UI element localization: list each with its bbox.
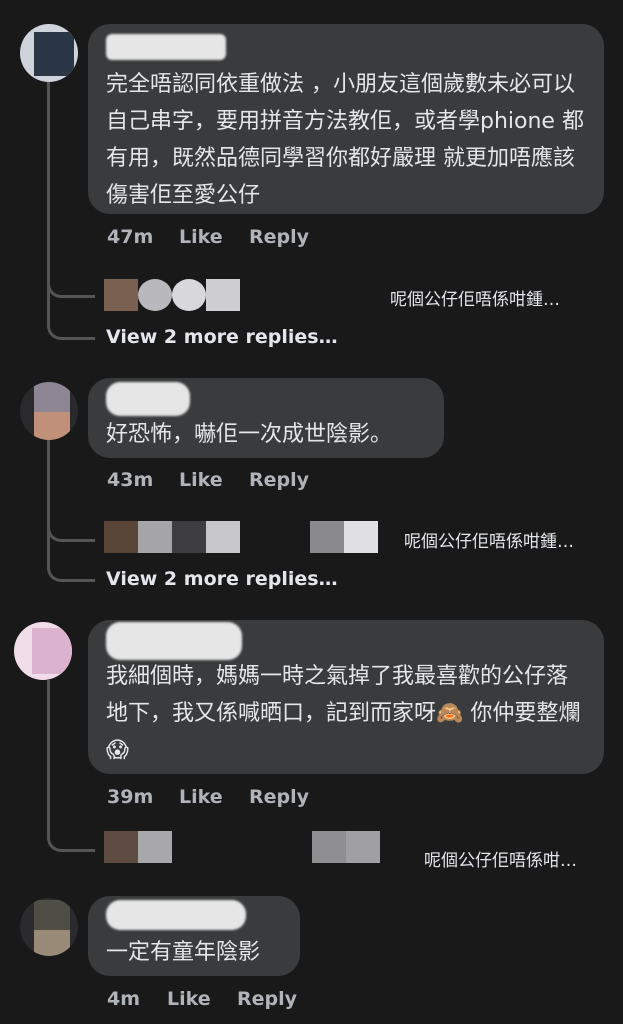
commenter-name[interactable] xyxy=(106,622,242,660)
reply-button[interactable]: Reply xyxy=(249,786,309,808)
reply-preview-text[interactable]: 呢個公仔佢唔係咁… xyxy=(424,846,577,871)
comment-time: 43m xyxy=(107,469,154,491)
comment-time: 39m xyxy=(107,786,154,808)
avatar[interactable] xyxy=(20,382,78,440)
view-more-curve-1 xyxy=(47,300,95,340)
reply-preview-text[interactable]: 呢個公仔佢唔係咁鍾… xyxy=(390,285,560,310)
comment-meta: 4m Like Reply xyxy=(107,988,297,1010)
reply-preview-avatars[interactable] xyxy=(104,520,378,554)
comment-time: 47m xyxy=(107,226,154,248)
view-more-curve-2 xyxy=(47,540,95,582)
like-button[interactable]: Like xyxy=(179,786,249,808)
reply-button[interactable]: Reply xyxy=(237,988,297,1010)
avatar[interactable] xyxy=(20,898,78,956)
like-button[interactable]: Like xyxy=(179,226,249,248)
reply-button[interactable]: Reply xyxy=(249,469,309,491)
comment-meta: 47m Like Reply xyxy=(107,226,309,248)
thread-curve-3 xyxy=(47,820,95,852)
screaming-face-emoji: 😱 xyxy=(106,738,129,763)
reply-preview-avatars[interactable] xyxy=(104,830,380,864)
reply-button[interactable]: Reply xyxy=(249,226,309,248)
like-button[interactable]: Like xyxy=(179,469,249,491)
thread-curve-2 xyxy=(47,512,95,542)
commenter-name[interactable] xyxy=(106,900,246,930)
comment-text: 好恐怖，嚇佢一次成世陰影。 xyxy=(106,422,393,447)
commenter-name[interactable] xyxy=(106,34,226,60)
comment-meta: 39m Like Reply xyxy=(107,786,309,808)
comment-bubble: 好恐怖，嚇佢一次成世陰影。 xyxy=(88,378,444,458)
thread-line-1 xyxy=(47,80,50,300)
see-no-evil-monkey-emoji: 🙈 xyxy=(436,701,464,726)
reply-preview-avatars[interactable] xyxy=(104,278,240,312)
comment-time: 4m xyxy=(107,988,141,1010)
comment-text: 我細個時，媽媽一時之氣掉了我最喜歡的公仔落地下，我又係喊晒口，記到而家呀🙈 你仲… xyxy=(106,658,584,769)
like-button[interactable]: Like xyxy=(167,988,237,1010)
view-more-replies[interactable]: View 2 more replies… xyxy=(106,568,338,590)
comment-text-part: 你仲要整爛 xyxy=(463,701,581,726)
comment-bubble: 一定有童年陰影 xyxy=(88,896,300,976)
thread-curve-1 xyxy=(47,270,95,298)
thread-line-3 xyxy=(47,680,50,820)
commenter-name[interactable] xyxy=(106,382,190,416)
comment-bubble: 完全唔認同依重做法 ，小朋友這個歲數未必可以自己串字，要用拼音方法教佢，或者學￼… xyxy=(88,24,604,214)
avatar[interactable] xyxy=(20,24,78,82)
reply-preview-text[interactable]: 呢個公仔佢唔係咁鍾… xyxy=(404,527,574,552)
comment-meta: 43m Like Reply xyxy=(107,469,309,491)
view-more-replies[interactable]: View 2 more replies… xyxy=(106,326,338,348)
comment-bubble: 我細個時，媽媽一時之氣掉了我最喜歡的公仔落地下，我又係喊晒口，記到而家呀🙈 你仲… xyxy=(88,620,604,774)
comment-text: 一定有童年陰影 xyxy=(106,940,261,965)
comment-text: 完全唔認同依重做法 ，小朋友這個歲數未必可以自己串字，要用拼音方法教佢，或者學￼… xyxy=(106,72,584,208)
avatar[interactable] xyxy=(14,622,72,680)
